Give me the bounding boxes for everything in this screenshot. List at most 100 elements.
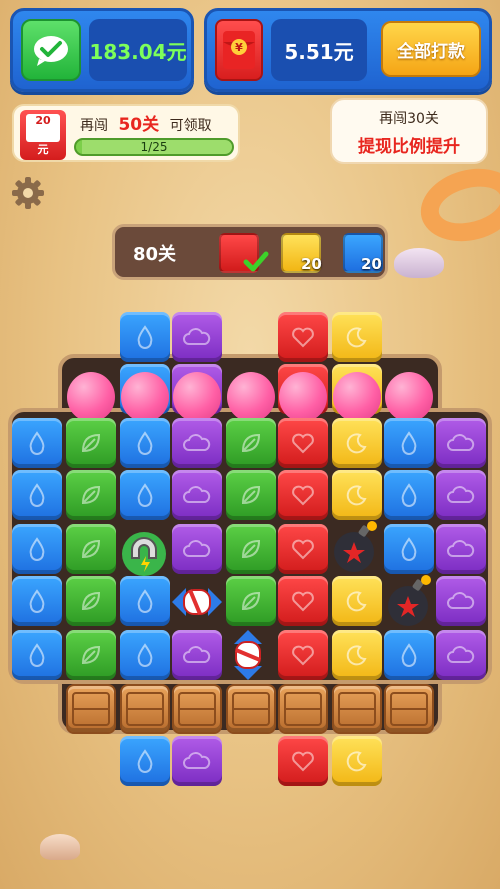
leaf-tile[interactable]	[226, 418, 276, 468]
moon-tile[interactable]	[332, 470, 382, 520]
water-drop-tile[interactable]	[12, 630, 62, 680]
water-drop-tile[interactable]	[120, 736, 170, 786]
water-drop-tile[interactable]	[384, 470, 434, 520]
heart-icon	[292, 539, 314, 560]
cloud-icon	[183, 540, 211, 557]
pink-balloon-obstacle[interactable]	[227, 372, 275, 422]
heart-tile[interactable]	[278, 524, 328, 574]
wechat-withdraw-button[interactable]	[21, 19, 81, 81]
cloud-tile[interactable]	[172, 418, 222, 468]
leaf-icon	[81, 433, 101, 453]
water-drop-tile[interactable]	[120, 630, 170, 680]
pink-balloon-obstacle[interactable]	[279, 372, 327, 422]
cloud-icon	[183, 328, 211, 345]
leaf-tile[interactable]	[226, 524, 276, 574]
water-drop-icon	[401, 643, 417, 667]
cloud-tile[interactable]	[436, 630, 486, 680]
cloud-tile[interactable]	[436, 576, 486, 626]
cloud-tile[interactable]	[172, 630, 222, 680]
water-drop-tile[interactable]	[120, 312, 170, 362]
water-drop-tile[interactable]	[12, 470, 62, 520]
promo-bubble[interactable]: 再闯30关 提现比例提升	[330, 98, 488, 164]
water-drop-icon	[137, 325, 153, 349]
cloud-icon	[447, 540, 475, 557]
moon-tile[interactable]	[332, 418, 382, 468]
cloud-tile[interactable]	[436, 524, 486, 574]
rocket-horizontal-icon	[172, 588, 222, 616]
heart-tile[interactable]	[278, 312, 328, 362]
moon-tile[interactable]	[332, 630, 382, 680]
pink-balloon-obstacle[interactable]	[385, 372, 433, 422]
leaf-tile[interactable]	[66, 524, 116, 574]
wooden-crate-tile[interactable]	[332, 684, 382, 734]
leaf-tile[interactable]	[66, 470, 116, 520]
leaf-tile[interactable]	[66, 576, 116, 626]
moon-tile[interactable]	[332, 576, 382, 626]
cloud-tile[interactable]	[436, 418, 486, 468]
water-drop-tile[interactable]	[120, 418, 170, 468]
pink-balloon-obstacle[interactable]	[173, 372, 221, 422]
heart-tile[interactable]	[278, 470, 328, 520]
withdraw-all-button[interactable]: 全部打款	[381, 21, 481, 77]
leaf-tile[interactable]	[66, 418, 116, 468]
reward-envelope-icon: 20 元	[20, 110, 66, 160]
moon-tile[interactable]	[332, 312, 382, 362]
wooden-crate-icon	[338, 692, 376, 726]
wallet-card: 183.04元	[10, 8, 194, 92]
cloud-icon	[183, 646, 211, 663]
water-drop-icon	[137, 749, 153, 773]
pink-balloon-obstacle[interactable]	[67, 372, 115, 422]
horizontal-rocket-powerup[interactable]	[172, 582, 222, 626]
leaf-tile[interactable]	[226, 576, 276, 626]
progress-prefix: 再闯	[80, 118, 108, 134]
water-drop-icon	[137, 643, 153, 667]
heart-tile[interactable]	[278, 630, 328, 680]
magnet-icon	[122, 532, 166, 576]
wooden-crate-tile[interactable]	[384, 684, 434, 734]
redpacket-button[interactable]: ¥	[215, 19, 263, 81]
pink-balloon-obstacle[interactable]	[121, 372, 169, 422]
wooden-crate-tile[interactable]	[66, 684, 116, 734]
heart-tile[interactable]	[278, 736, 328, 786]
heart-tile[interactable]	[278, 418, 328, 468]
water-drop-tile[interactable]	[384, 630, 434, 680]
water-drop-tile[interactable]	[12, 418, 62, 468]
water-drop-tile[interactable]	[384, 524, 434, 574]
cloud-tile[interactable]	[172, 736, 222, 786]
water-drop-tile[interactable]	[384, 418, 434, 468]
wooden-crate-icon	[284, 692, 322, 726]
wooden-crate-tile[interactable]	[120, 684, 170, 734]
heart-icon	[292, 645, 314, 666]
heart-icon	[292, 433, 314, 454]
cloud-tile[interactable]	[172, 470, 222, 520]
leaf-tile[interactable]	[66, 630, 116, 680]
leaf-icon	[81, 485, 101, 505]
settings-button[interactable]	[10, 175, 46, 211]
water-drop-tile[interactable]	[12, 524, 62, 574]
progress-suffix: 可领取	[169, 118, 212, 134]
rocket-vertical-icon	[234, 630, 262, 680]
bomb-powerup-2[interactable]	[384, 574, 438, 634]
vertical-rocket-powerup[interactable]	[228, 630, 268, 684]
leaf-tile[interactable]	[226, 470, 276, 520]
cloud-tile[interactable]	[172, 524, 222, 574]
cloud-tile[interactable]	[436, 470, 486, 520]
bomb-powerup[interactable]	[330, 520, 384, 580]
water-drop-tile[interactable]	[12, 576, 62, 626]
cloud-tile[interactable]	[172, 312, 222, 362]
redpacket-card: ¥ 5.51元 全部打款	[204, 8, 492, 92]
water-drop-tile[interactable]	[120, 470, 170, 520]
withdraw-all-label: 全部打款	[397, 41, 465, 62]
wooden-crate-tile[interactable]	[172, 684, 222, 734]
wooden-crate-tile[interactable]	[226, 684, 276, 734]
pink-balloon-obstacle[interactable]	[333, 372, 381, 422]
magnet-powerup[interactable]	[118, 526, 170, 582]
wooden-crate-tile[interactable]	[278, 684, 328, 734]
water-drop-icon	[29, 483, 45, 507]
level-progress-bar: 1/25	[74, 138, 234, 156]
heart-tile[interactable]	[278, 576, 328, 626]
water-drop-tile[interactable]	[120, 576, 170, 626]
wooden-crate-icon	[178, 692, 216, 726]
level-progress-card[interactable]: 20 元 再闯 50关 可领取 1/25	[12, 104, 240, 162]
moon-tile[interactable]	[332, 736, 382, 786]
